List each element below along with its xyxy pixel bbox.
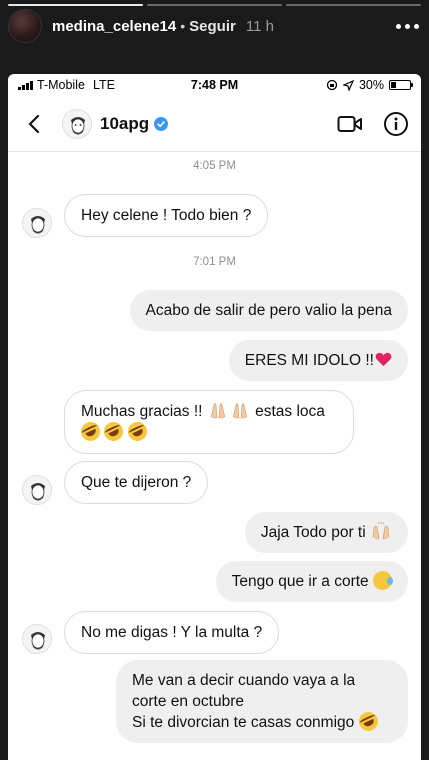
message-received[interactable]: Muchas gracias !! estas loca [64,390,354,454]
rofl-icon [124,418,150,445]
timestamp: 7:01 PM [193,256,236,268]
status-time: 7:48 PM [190,78,239,92]
message-text: ERES MI IDOLO !! [244,352,374,369]
battery-fill [391,82,397,88]
timestamp: 4:05 PM [193,160,236,172]
message-text: Tengo que ir a corte [231,573,369,590]
folded-hands-icon [210,403,226,419]
raising-hands-icon [372,522,390,540]
more-options-icon[interactable] [396,23,419,29]
rofl-icon [355,708,381,735]
sender-avatar[interactable] [22,624,52,654]
more-dot [405,23,410,29]
rotation-lock-icon [326,79,338,91]
dm-username[interactable]: 10apg [100,114,149,134]
message-text: Me van a decir cuando vaya a la [132,672,356,689]
message-received[interactable]: Que te dijeron ? [64,461,209,504]
rofl-icon [101,418,127,445]
story-username[interactable]: medina_celene14 [52,18,176,35]
message-text: Jaja Todo por ti [260,524,366,541]
story-avatar[interactable] [8,9,42,43]
message-sent[interactable]: Jaja Todo por ti [244,512,408,553]
location-icon [342,79,354,91]
signal-icon [18,80,33,90]
sleepy-face-icon [373,571,393,590]
rofl-icon [77,418,104,445]
info-icon[interactable] [383,111,409,137]
story-time: 11 h [245,17,274,35]
progress-segment [147,4,282,6]
progress-segment [8,4,143,6]
message-text: Muchas gracias !! [81,403,203,420]
battery-icon [389,80,413,90]
red-heart-icon [375,352,392,367]
message-received[interactable]: No me digas ! Y la multa ? [64,611,280,654]
carrier-label: T-Mobile [37,78,85,92]
more-dot [414,23,419,29]
follow-button[interactable]: Seguir [189,18,236,35]
message-received[interactable]: Hey celene ! Todo bien ? [64,194,269,237]
sender-avatar[interactable] [22,475,52,505]
message-text: estas loca [255,403,325,420]
phone-status-bar: T-Mobile LTE 7:48 PM 30% [8,74,421,96]
message-text: Si te divorcian te casas conmigo [132,714,355,731]
message-sent[interactable]: ERES MI IDOLO !! [228,340,408,381]
message-sent[interactable]: Acabo de salir de pero valio la pena [129,290,408,331]
story-progress [8,4,421,6]
battery-percent: 30% [358,78,384,92]
message-sent[interactable]: Tengo que ir a corte [215,561,408,602]
sender-avatar[interactable] [22,208,52,238]
network-label: LTE [92,78,115,92]
dm-screenshot: T-Mobile LTE 7:48 PM 30% 10apg 4:05 PM H… [8,74,421,760]
message-thread: 4:05 PM Hey celene ! Todo bien ? 7:01 PM… [8,152,421,760]
folded-hands-icon [232,403,248,419]
dm-avatar[interactable] [62,108,92,139]
back-chevron-icon[interactable] [20,110,48,138]
message-sent[interactable]: Me van a decir cuando vaya a la corte en… [116,660,408,743]
message-text: corte en octubre [132,693,245,710]
story-header: medina_celene14 • Seguir 11 h [8,8,419,44]
dm-header: 10apg [8,96,421,152]
video-call-icon[interactable] [337,114,363,134]
progress-segment [286,4,421,6]
more-dot [396,23,401,29]
verified-badge-icon [154,116,169,131]
separator-dot: • [180,18,186,34]
